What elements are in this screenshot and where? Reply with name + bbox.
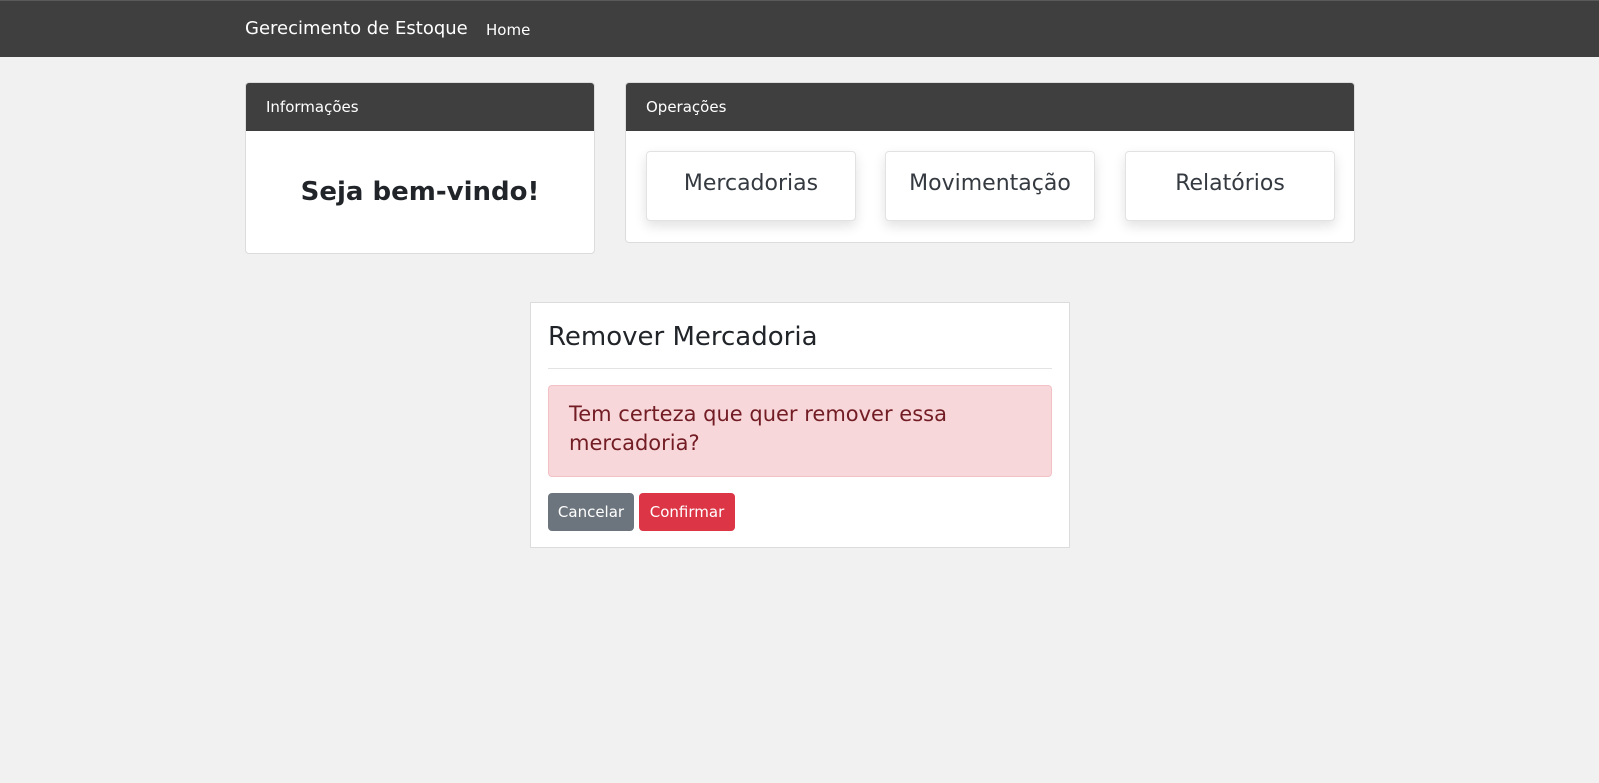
movimentacao-button[interactable]: Movimentação [885,151,1095,221]
confirm-alert: Tem certeza que quer remover essa mercad… [548,385,1052,477]
confirm-button[interactable]: Confirmar [639,493,735,531]
mercadorias-button[interactable]: Mercadorias [646,151,856,221]
remove-mercadoria-panel: Remover Mercadoria Tem certeza que quer … [530,302,1070,548]
info-card-header: Informações [246,83,594,131]
nav-link-home[interactable]: Home [486,21,530,39]
info-card: Informações Seja bem-vindo! [245,82,595,254]
top-navbar: Gerecimento de Estoque Home [0,0,1599,57]
remove-title: Remover Mercadoria [548,322,818,352]
title-divider [548,368,1052,369]
relatorios-button[interactable]: Relatórios [1125,151,1335,221]
operations-card-header: Operações [626,83,1354,131]
welcome-message: Seja bem-vindo! [300,177,540,207]
navbar-brand[interactable]: Gerecimento de Estoque [245,18,468,39]
cancel-button[interactable]: Cancelar [548,493,634,531]
